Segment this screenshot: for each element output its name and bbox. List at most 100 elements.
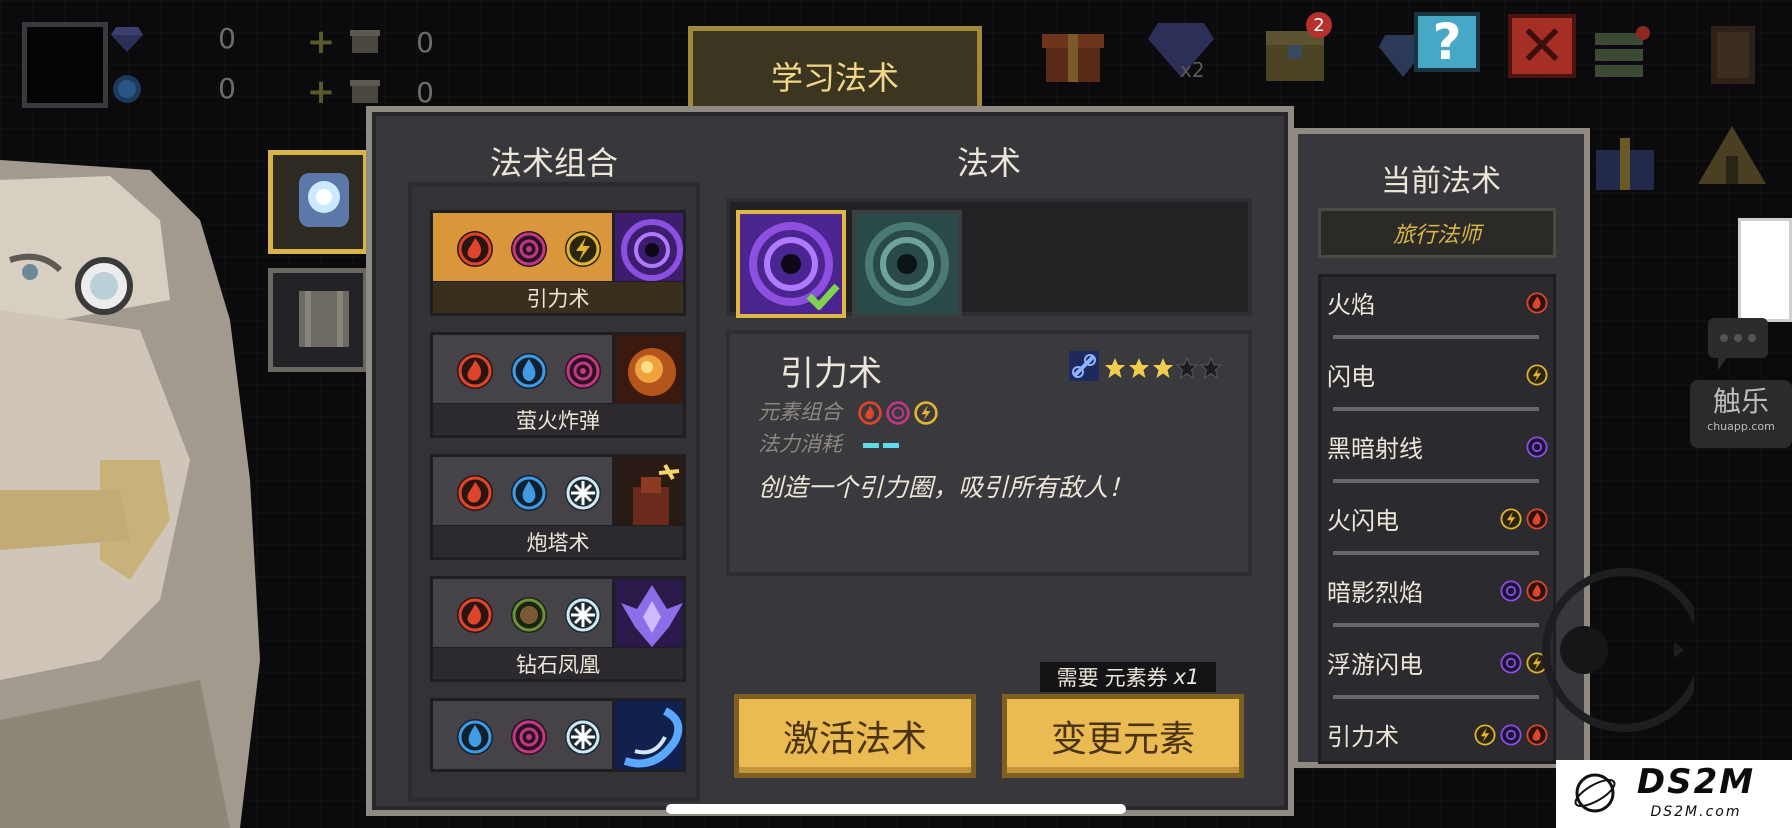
side-tab-tome[interactable] — [268, 268, 368, 372]
close-label: ✕ — [1518, 13, 1566, 79]
water-element-icon — [509, 473, 549, 513]
combo-list[interactable]: 引力术 萤火炸弹 炮塔术 钻石凤凰 — [408, 182, 700, 802]
notification-badge: 2 — [1306, 12, 1332, 38]
current-spell-name: 闪电 — [1327, 363, 1375, 391]
star-rating — [1104, 357, 1222, 379]
activate-spell-button[interactable]: 激活法术 — [734, 694, 976, 778]
firefly-bomb-thumbnail — [612, 332, 686, 406]
learn-spells-tab[interactable]: 学习法术 — [688, 26, 982, 112]
dark-element-icon — [509, 717, 549, 757]
ds2m-watermark-title: DS2M — [1636, 762, 1756, 802]
combo-item-gravity[interactable]: 引力术 — [430, 210, 686, 316]
combo-title: 法术组合 — [489, 144, 618, 182]
turret-thumbnail — [612, 454, 686, 528]
ice-element-icon — [563, 473, 603, 513]
ice-element-icon — [563, 717, 603, 757]
requirement-count: x1 — [1173, 665, 1200, 689]
element-combo-icons — [857, 400, 939, 426]
combo-elements — [455, 717, 603, 757]
wizard-class-label: 旅行法师 — [1318, 208, 1556, 258]
combo-name: 引力术 — [430, 282, 686, 316]
gift-box-icon[interactable] — [1036, 18, 1110, 88]
current-spell-row[interactable]: 黑暗射线 — [1327, 421, 1549, 493]
current-spell-row[interactable]: 火闪电 — [1327, 493, 1549, 565]
combo-item-diamond-phoenix[interactable]: 钻石凤凰 — [430, 576, 686, 682]
scroll-count: 0 — [416, 75, 434, 109]
row-divider — [1333, 335, 1539, 339]
current-spell-name: 暗影烈焰 — [1327, 579, 1423, 607]
combo-name: 炮塔术 — [430, 526, 686, 560]
combo-item-frost-swirl[interactable] — [430, 698, 686, 772]
gem-bonus-icon[interactable]: x2 — [1144, 14, 1218, 84]
combo-item-turret[interactable]: 炮塔术 — [430, 454, 686, 560]
current-spells-title: 当前法术 — [1381, 164, 1501, 199]
chuapp-watermark-url: chuapp.com — [1707, 420, 1775, 433]
close-button[interactable]: ✕ — [1508, 13, 1576, 79]
energy-coin-icon — [110, 74, 144, 104]
scroll-count: 0 — [416, 25, 434, 59]
ds2m-watermark-url: DS2M.com — [1650, 804, 1742, 820]
dark-element-icon — [509, 229, 549, 269]
star-filled-icon — [1129, 358, 1149, 378]
requirement-tag: 需要 元素券 x1 — [1040, 662, 1216, 692]
dark-element-icon — [1500, 724, 1522, 746]
requirement-item: 元素券 — [1104, 666, 1168, 690]
virtual-joystick[interactable] — [1534, 560, 1706, 744]
quest-list-icon[interactable] — [1584, 20, 1658, 90]
element-combo-label: 元素组合 — [758, 400, 842, 424]
lightning-element-icon — [913, 401, 938, 425]
current-spell-elements — [1525, 363, 1549, 387]
scroll-icon — [348, 27, 382, 57]
combo-item-firefly-bomb[interactable]: 萤火炸弹 — [430, 332, 686, 438]
lightning-element-icon — [563, 229, 603, 269]
side-tab-magic[interactable] — [268, 150, 368, 254]
change-element-label: 变更元素 — [1050, 719, 1195, 760]
current-spell-row[interactable]: 浮游闪电 — [1327, 637, 1549, 709]
current-spell-name: 黑暗射线 — [1327, 435, 1423, 463]
current-spell-row[interactable]: 闪电 — [1327, 349, 1549, 421]
tent-decoration-icon — [1696, 122, 1768, 192]
lightning-element-icon — [1500, 508, 1522, 530]
earth-element-icon — [509, 595, 549, 635]
combo-name: 钻石凤凰 — [430, 648, 686, 682]
combo-elements — [455, 473, 603, 513]
current-spell-row[interactable]: 火焰 — [1327, 277, 1549, 349]
row-divider — [1333, 407, 1539, 411]
player-avatar-slot[interactable] — [22, 22, 108, 108]
current-spell-elements — [1499, 507, 1549, 531]
gem-icon — [110, 24, 144, 54]
combo-elements — [455, 595, 603, 635]
lightning-element-icon — [1474, 724, 1496, 746]
current-spell-list[interactable]: 火焰 闪电 黑暗射线 火闪电 暗影烈焰 浮游闪电 引力术 — [1318, 274, 1556, 764]
scroll-counter-1[interactable]: + 0 — [306, 22, 434, 62]
water-element-icon — [455, 717, 495, 757]
ds2m-logo-icon — [1572, 770, 1618, 820]
current-spell-row[interactable]: 暗影烈焰 — [1327, 565, 1549, 637]
current-spell-name: 引力术 — [1327, 723, 1399, 751]
spell-detail: 引力术 元素组合 法力消耗 创造一个引力圈，吸引所有敌人！ — [726, 330, 1252, 576]
row-divider — [1333, 695, 1539, 699]
frost-swirl-thumbnail — [612, 698, 686, 772]
home-indicator[interactable] — [666, 804, 1126, 814]
current-spell-row[interactable]: 引力术 — [1327, 709, 1549, 781]
side-card[interactable] — [1738, 218, 1792, 322]
chat-bubble-icon[interactable] — [1706, 316, 1770, 376]
add-scroll-button[interactable]: + — [306, 22, 336, 62]
change-element-button[interactable]: 变更元素 — [1002, 694, 1244, 778]
spell-variant-purple[interactable] — [736, 210, 846, 318]
dark-element-icon — [1526, 436, 1548, 458]
fire-element-icon — [1526, 292, 1548, 314]
activate-spell-label: 激活法术 — [782, 719, 927, 760]
add-scroll-button[interactable]: + — [306, 72, 336, 112]
combo-elements — [455, 229, 603, 269]
spell-variant-teal[interactable] — [852, 210, 962, 318]
star-empty-icon — [1176, 357, 1198, 379]
chuapp-watermark-title: 触乐 — [1712, 385, 1769, 418]
lightning-element-icon — [1526, 364, 1548, 386]
treasure-chest-icon[interactable]: 2 — [1258, 12, 1332, 88]
ds2m-watermark: DS2M DS2M.com — [1556, 760, 1792, 828]
combo-elements — [455, 351, 603, 391]
journal-book-icon[interactable] — [1696, 20, 1770, 90]
row-divider — [1333, 623, 1539, 627]
help-button[interactable]: ? — [1414, 12, 1480, 72]
